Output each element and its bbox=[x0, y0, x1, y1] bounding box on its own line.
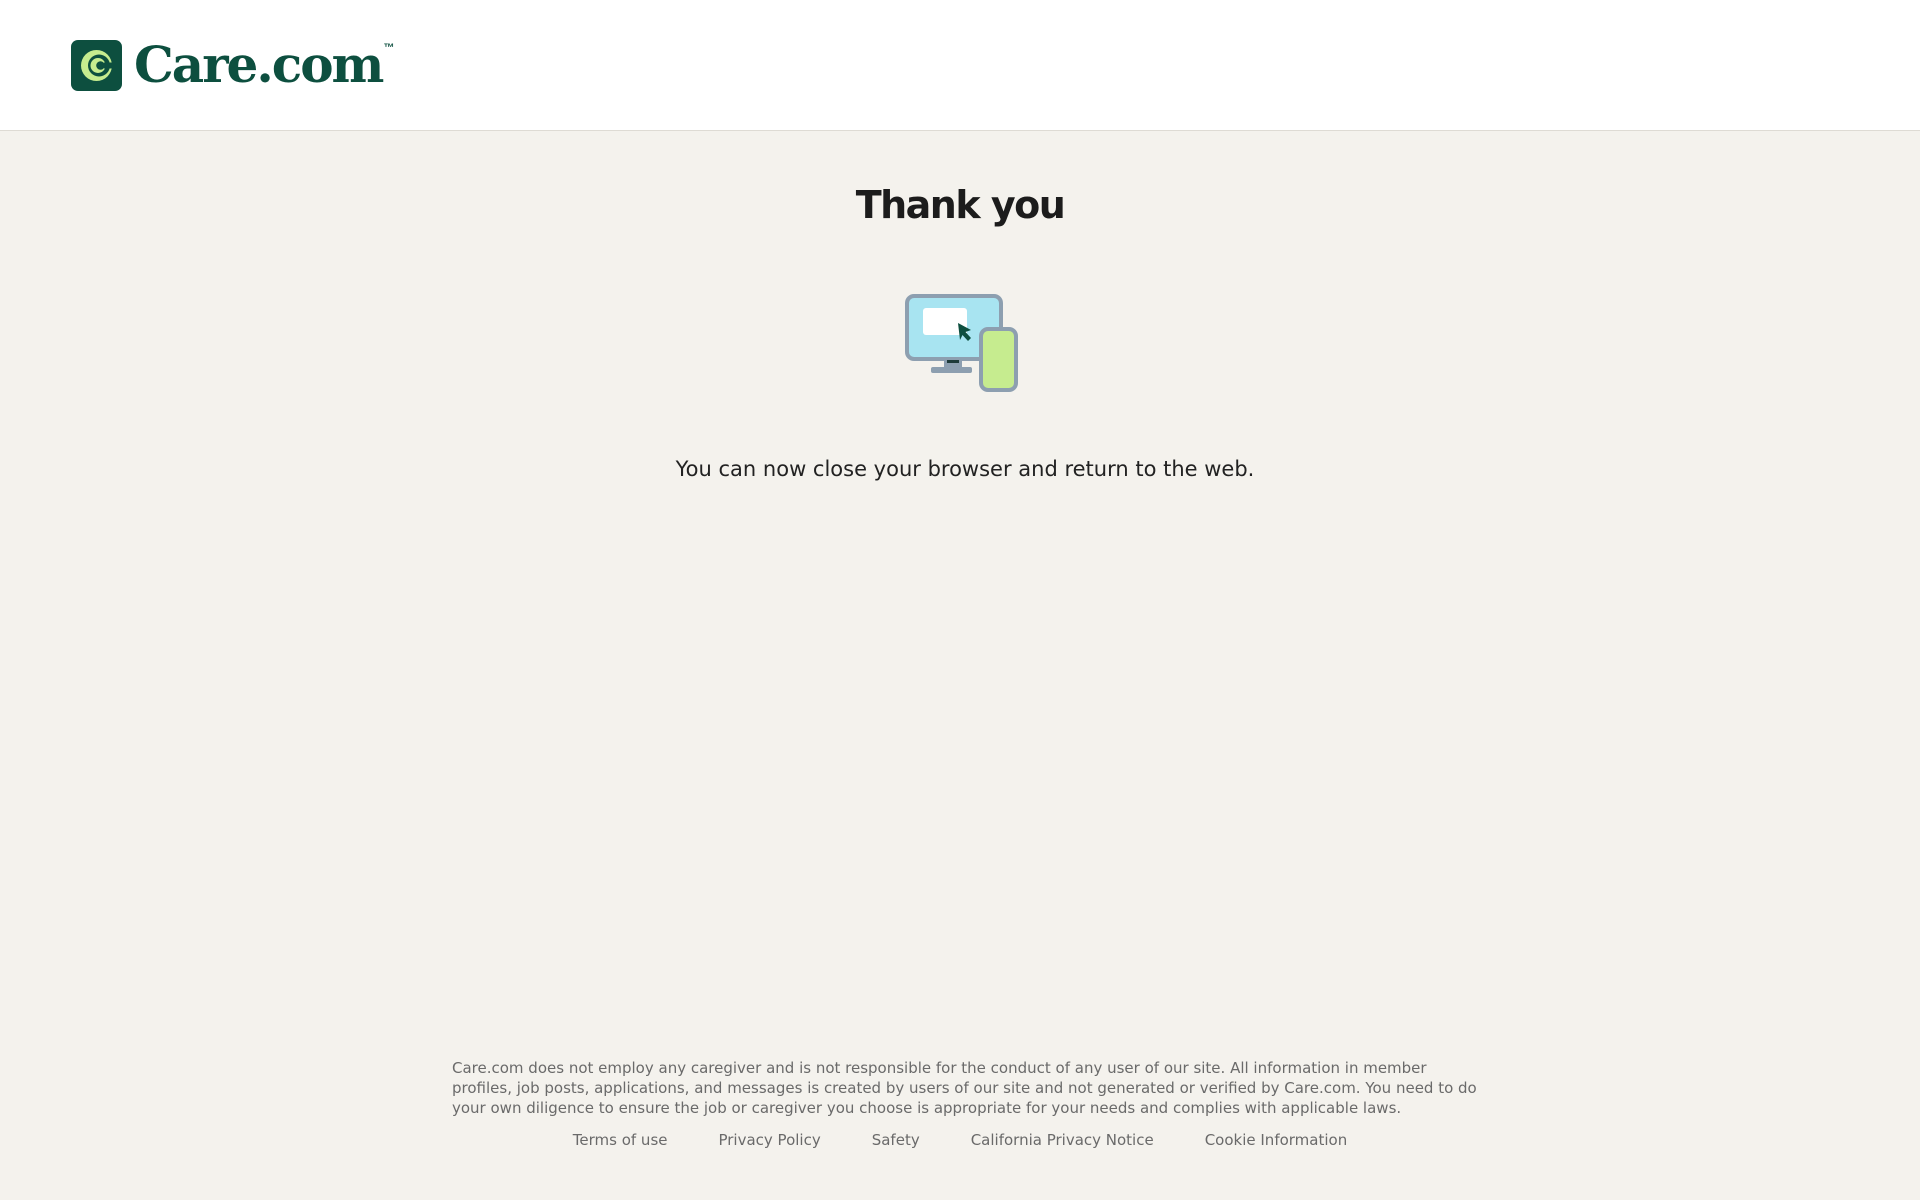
footer-links: Terms of use Privacy Policy Safety Calif… bbox=[0, 1131, 1920, 1149]
site-header: Care.com ™ bbox=[0, 0, 1920, 131]
cookie-information-link[interactable]: Cookie Information bbox=[1205, 1131, 1348, 1149]
terms-of-use-link[interactable]: Terms of use bbox=[573, 1131, 668, 1149]
logo-wordmark: Care.com bbox=[134, 34, 384, 94]
safety-link[interactable]: Safety bbox=[872, 1131, 920, 1149]
trademark-symbol: ™ bbox=[383, 41, 395, 54]
california-privacy-notice-link[interactable]: California Privacy Notice bbox=[971, 1131, 1154, 1149]
privacy-policy-link[interactable]: Privacy Policy bbox=[718, 1131, 820, 1149]
care-c-logo-icon bbox=[71, 40, 122, 91]
care-logo-link[interactable]: Care.com ™ bbox=[71, 34, 395, 94]
devices-icon bbox=[905, 294, 1018, 392]
confirmation-message: You can now close your browser and retur… bbox=[675, 457, 1255, 481]
page-title: Thank you bbox=[855, 183, 1066, 227]
footer-disclaimer: Care.com does not employ any caregiver a… bbox=[452, 1059, 1477, 1117]
